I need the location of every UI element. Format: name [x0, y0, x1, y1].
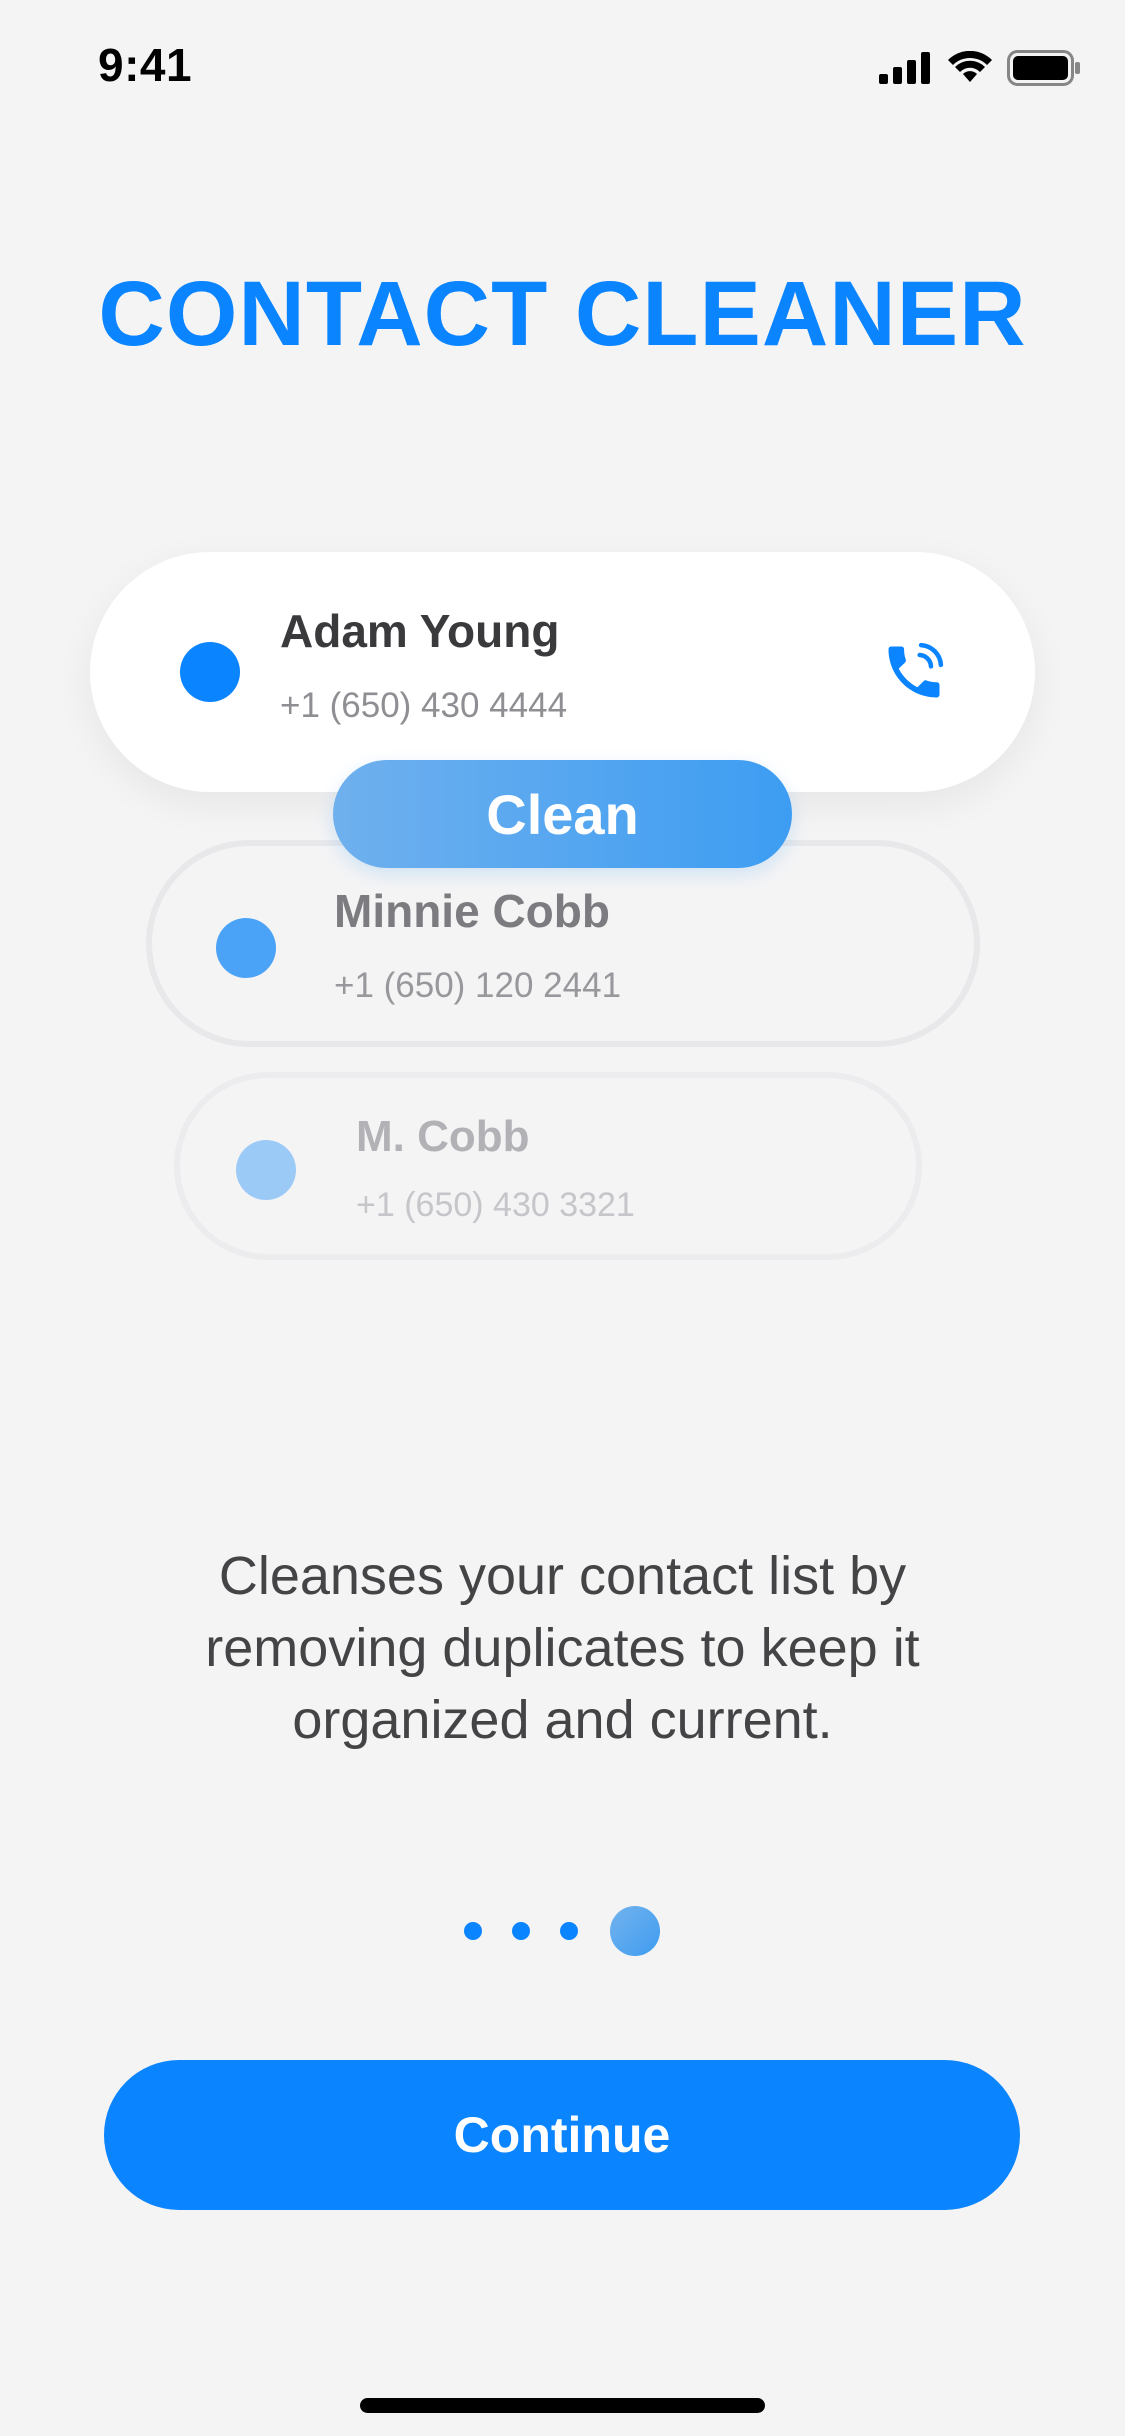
page-dot[interactable]: [560, 1922, 578, 1940]
continue-button[interactable]: Continue: [104, 2060, 1020, 2210]
status-time: 9:41: [98, 39, 193, 91]
contact-card-duplicate-1: Minnie Cobb +1 (650) 120 2441: [146, 840, 980, 1047]
battery-icon: [1007, 50, 1080, 86]
contact-card-primary: Adam Young +1 (650) 430 4444: [90, 552, 1035, 792]
page-title: CONTACT CLEANER: [98, 263, 1027, 365]
contact-name: M. Cobb: [356, 1112, 530, 1161]
status-icons: [879, 50, 1081, 86]
clean-button[interactable]: Clean: [333, 760, 792, 868]
onboarding-description: Cleanses your contact list by removing d…: [205, 1546, 920, 1750]
wifi-icon: [948, 51, 992, 82]
page-indicator: [464, 1906, 660, 1956]
contact-phone: +1 (650) 430 4444: [280, 686, 568, 725]
contact-avatar-dot: [216, 918, 276, 978]
contact-phone: +1 (650) 120 2441: [334, 966, 622, 1005]
contact-card-duplicate-2: M. Cobb +1 (650) 430 3321: [174, 1072, 922, 1260]
page-dot-active[interactable]: [610, 1906, 660, 1956]
home-indicator[interactable]: [360, 2398, 765, 2413]
contact-phone: +1 (650) 430 3321: [356, 1186, 635, 1224]
page-dot[interactable]: [512, 1922, 530, 1940]
phone-call-icon[interactable]: [880, 638, 948, 706]
contact-name: Minnie Cobb: [334, 885, 610, 937]
contact-name: Adam Young: [280, 605, 560, 657]
page-dot[interactable]: [464, 1922, 482, 1940]
cellular-signal-icon: [879, 52, 930, 84]
contact-avatar-dot: [236, 1140, 296, 1200]
contact-avatar-dot: [180, 642, 240, 702]
